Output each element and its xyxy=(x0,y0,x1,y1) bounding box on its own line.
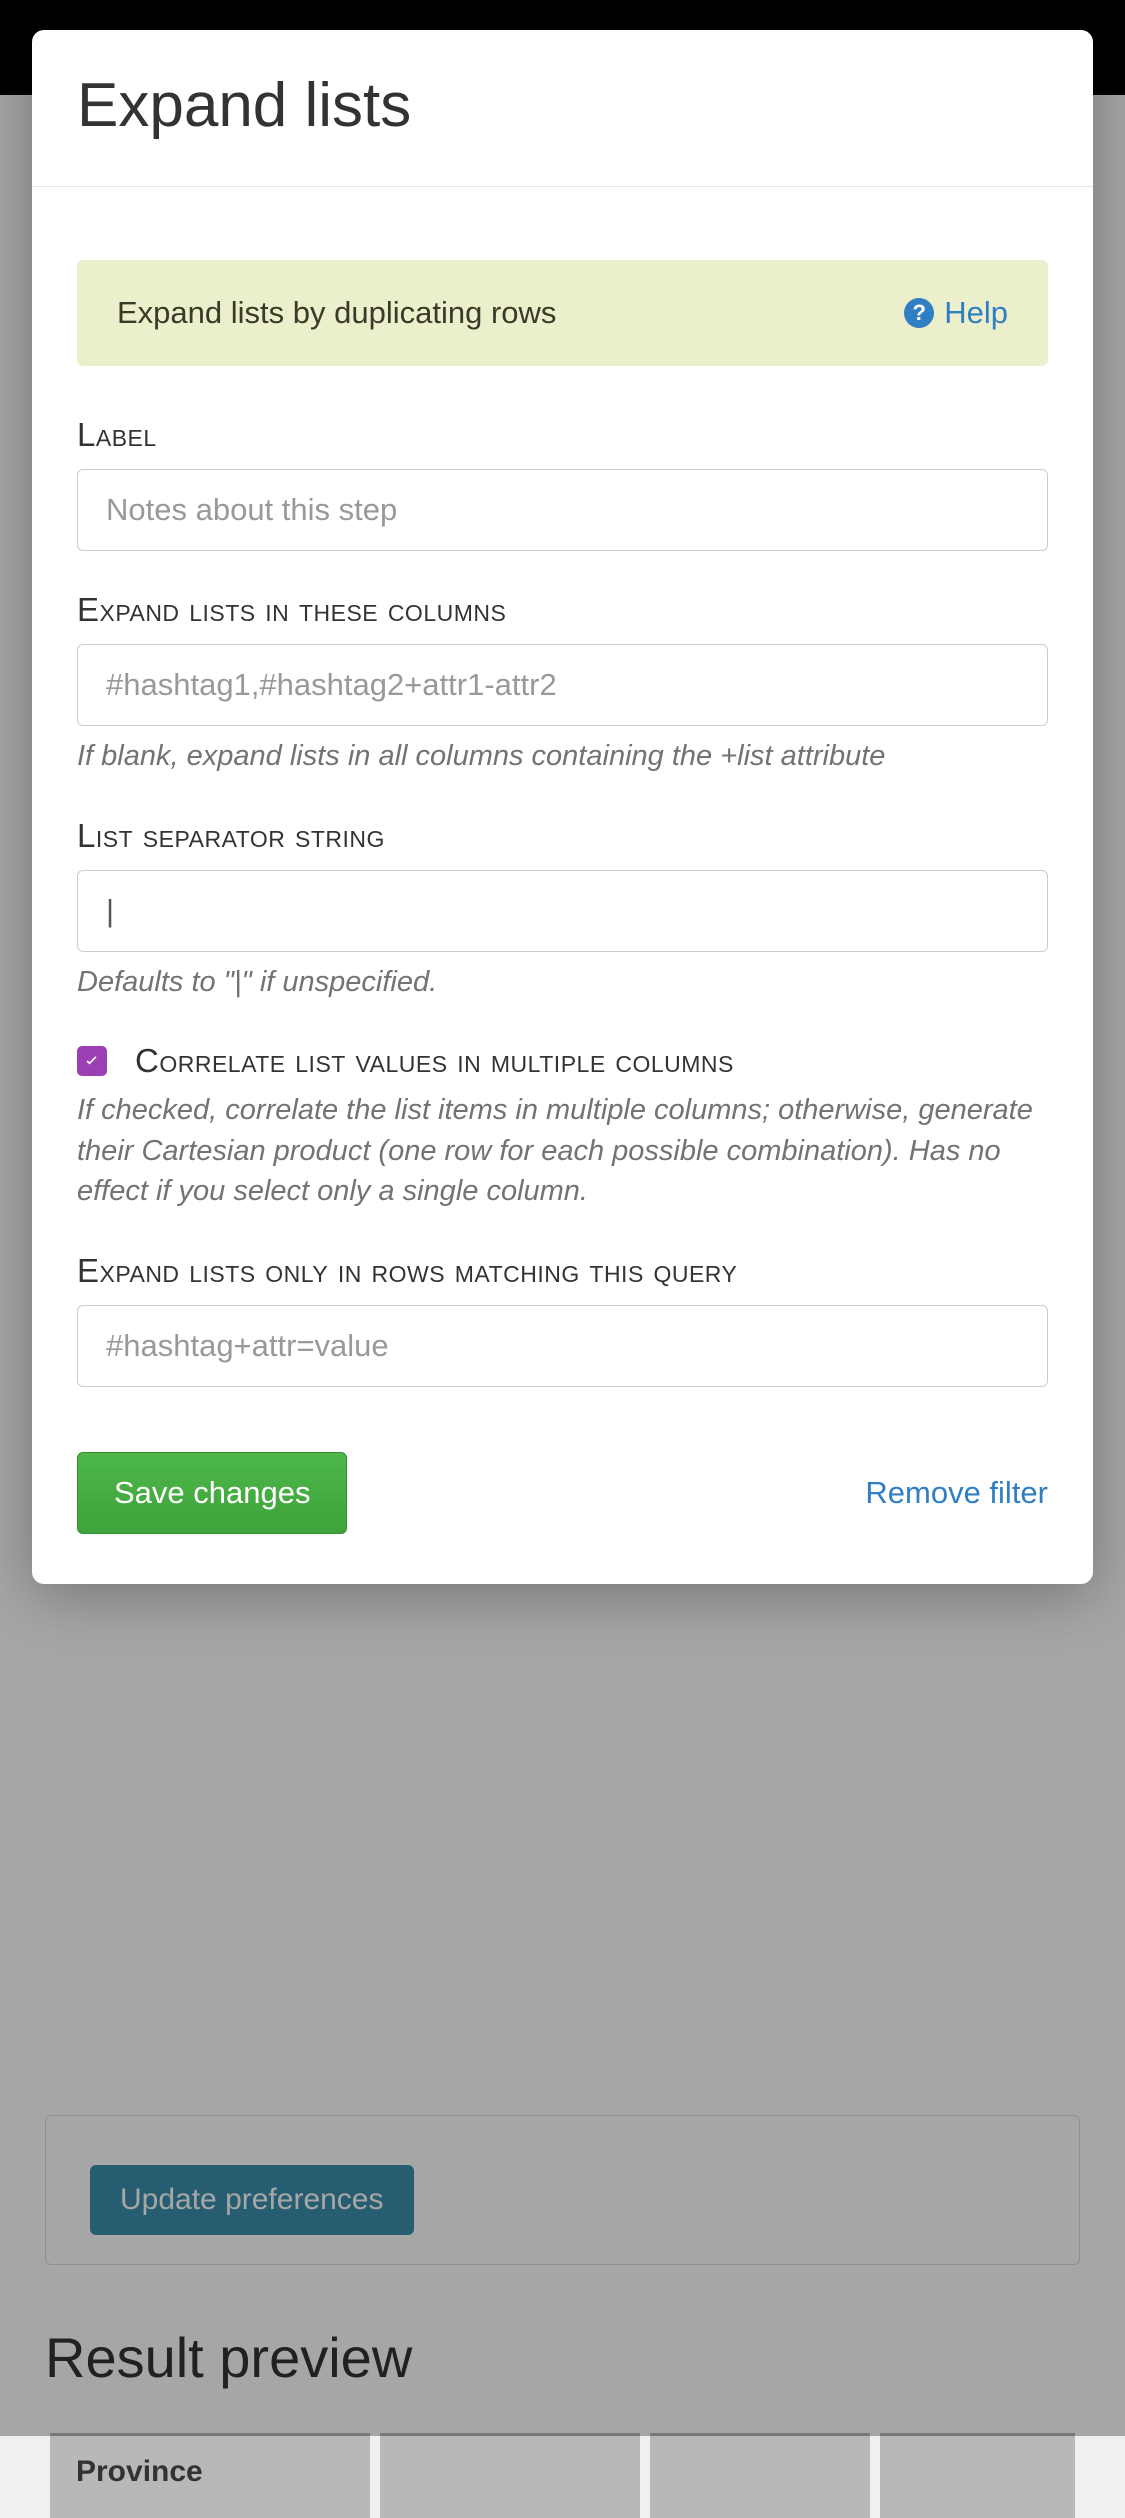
separator-input[interactable] xyxy=(77,870,1048,952)
correlate-help-text: If checked, correlate the list items in … xyxy=(77,1090,1048,1212)
columns-field-label: Expand lists in these columns xyxy=(77,591,1048,629)
checkmark-icon xyxy=(82,1051,102,1071)
table-header-cell xyxy=(650,2433,870,2518)
alert-text: Expand lists by duplicating rows xyxy=(117,295,556,331)
save-button[interactable]: Save changes xyxy=(77,1452,347,1534)
label-group: Label xyxy=(77,416,1048,551)
correlate-checkbox-row[interactable]: Correlate list values in multiple column… xyxy=(77,1042,1048,1080)
modal-header: Expand lists xyxy=(32,30,1093,187)
query-input[interactable] xyxy=(77,1305,1048,1387)
table-header-cell xyxy=(380,2433,640,2518)
query-group: Expand lists only in rows matching this … xyxy=(77,1252,1048,1387)
remove-filter-link[interactable]: Remove filter xyxy=(865,1475,1048,1511)
separator-group: List separator string Defaults to "|" if… xyxy=(77,817,1048,1003)
columns-group: Expand lists in these columns If blank, … xyxy=(77,591,1048,777)
help-link-label: Help xyxy=(944,295,1008,331)
table-header-cell: Province xyxy=(50,2433,370,2518)
label-field-label: Label xyxy=(77,416,1048,454)
correlate-checkbox[interactable] xyxy=(77,1046,107,1076)
label-input[interactable] xyxy=(77,469,1048,551)
help-link[interactable]: ? Help xyxy=(904,295,1008,331)
modal-title: Expand lists xyxy=(77,70,1048,141)
separator-field-label: List separator string xyxy=(77,817,1048,855)
correlate-group: Correlate list values in multiple column… xyxy=(77,1042,1048,1212)
correlate-field-label: Correlate list values in multiple column… xyxy=(135,1042,734,1080)
columns-help-text: If blank, expand lists in all columns co… xyxy=(77,736,1048,777)
query-field-label: Expand lists only in rows matching this … xyxy=(77,1252,1048,1290)
info-alert: Expand lists by duplicating rows ? Help xyxy=(77,260,1048,366)
separator-help-text: Defaults to "|" if unspecified. xyxy=(77,962,1048,1003)
expand-lists-modal: Expand lists Expand lists by duplicating… xyxy=(32,30,1093,1584)
help-icon: ? xyxy=(904,298,934,328)
table-header-cell xyxy=(880,2433,1075,2518)
modal-body: Expand lists by duplicating rows ? Help … xyxy=(32,187,1093,1584)
modal-footer: Save changes Remove filter xyxy=(77,1452,1048,1534)
columns-input[interactable] xyxy=(77,644,1048,726)
table-header-row: Province xyxy=(50,2433,1075,2518)
